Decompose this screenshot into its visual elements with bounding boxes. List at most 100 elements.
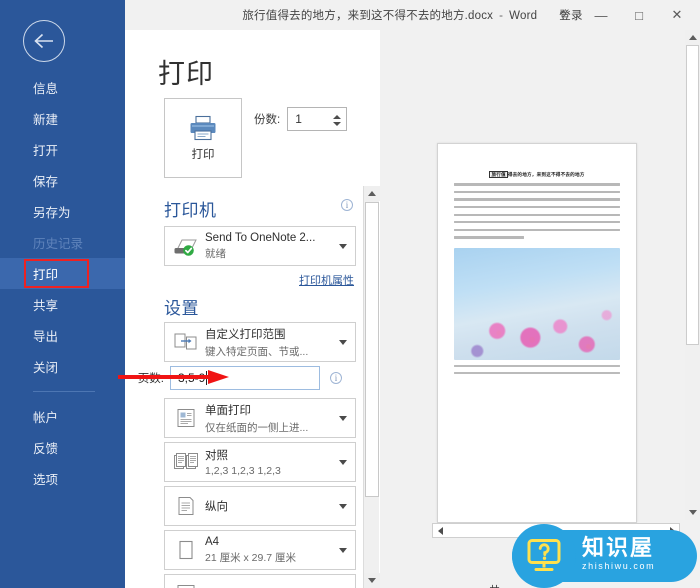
maximize-button[interactable]: □ (620, 0, 658, 30)
print-range-text: 自定义打印范围 键入特定页面、节或... (203, 326, 335, 359)
duplex-select[interactable]: 单面打印 仅在纸面的一侧上进... (164, 398, 356, 438)
printer-name: Send To OneNote 2... (205, 231, 316, 244)
document-heading-rest: 得去的地方，来到这不得不去的地方 (507, 172, 585, 177)
scroll-down-icon[interactable] (364, 573, 380, 588)
portrait-icon (169, 495, 203, 517)
paper-size-subtitle: 21 厘米 x 29.7 厘米 (205, 551, 297, 564)
collate-select[interactable]: 对照 1,2,3 1,2,3 1,2,3 (164, 442, 356, 482)
printer-info-icon[interactable]: i (341, 199, 353, 211)
app-name: Word (509, 10, 538, 22)
document-text-line (454, 205, 620, 209)
copies-label: 份数: (254, 114, 281, 126)
collate-title: 对照 (205, 450, 228, 462)
sidebar-item-share[interactable]: 共享 (0, 289, 125, 320)
print-settings-column: 打印 份数: 1 打印机 i Send To OneNote 2... 就绪 打… (138, 98, 358, 588)
settings-scrollbar[interactable] (363, 186, 380, 588)
sidebar-item-history: 历史记录 (0, 227, 125, 258)
text-cursor (206, 371, 208, 385)
print-preview-pane: 旅行值得去的地方，来到这不得不去的地方 1 共 2 页 (380, 30, 700, 588)
document-caption-line (454, 371, 620, 374)
document-text-line (454, 183, 620, 186)
sidebar-item-label: 信息 (33, 82, 59, 96)
watermark-text: 知识屋 zhishiwu.com (582, 537, 655, 571)
chevron-down-icon[interactable] (335, 339, 351, 345)
sidebar-item-label: 另存为 (33, 206, 71, 220)
printer-icon (190, 115, 216, 140)
preview-scroll-up-icon[interactable] (685, 30, 700, 45)
sidebar-item-label: 保存 (33, 175, 59, 189)
sidebar-item-options[interactable]: 选项 (0, 463, 125, 494)
pages-info-icon[interactable]: i (330, 372, 342, 384)
sidebar-item-label: 反馈 (33, 442, 59, 456)
window-title: 旅行值得去的地方，来到这不得不去的地方.docx - Word 登录 (242, 7, 582, 23)
orientation-text: 纵向 (203, 498, 335, 514)
spin-up-icon[interactable] (333, 114, 342, 119)
duplex-title: 单面打印 (205, 404, 251, 417)
sidebar-item-info[interactable]: 信息 (0, 72, 125, 103)
back-arrow-icon[interactable] (23, 20, 65, 62)
printer-select-text: Send To OneNote 2... 就绪 (203, 232, 335, 261)
help-button[interactable]: ? (544, 0, 582, 30)
print-range-select[interactable]: 自定义打印范围 键入特定页面、节或... (164, 322, 356, 362)
pages-row: 页数: 3,5-9 i (126, 366, 358, 390)
preview-scroll-down-icon[interactable] (685, 505, 700, 520)
title-separator: - (499, 10, 504, 22)
sidebar-item-label: 历史记录 (33, 237, 84, 251)
scrollbar-thumb[interactable] (365, 202, 379, 497)
duplex-text: 单面打印 仅在纸面的一侧上进... (203, 402, 335, 435)
pages-input[interactable]: 3,5-9 (170, 366, 320, 390)
sidebar-item-export[interactable]: 导出 (0, 320, 125, 351)
minimize-button[interactable]: — (582, 0, 620, 30)
printer-section-title: 打印机 (164, 201, 217, 220)
sidebar-item-save-as[interactable]: 另存为 (0, 196, 125, 227)
sidebar-menu: 信息 新建 打开 保存 另存为 历史记录 打印 共享 导出 关闭 帐户 反馈 选… (0, 72, 125, 494)
pages-label: 页数: (137, 373, 164, 385)
preview-scrollbar-vertical[interactable] (685, 30, 700, 520)
preview-scrollbar-thumb[interactable] (686, 45, 699, 345)
margins-select[interactable]: 正常边距 (164, 574, 356, 588)
print-button[interactable]: 打印 (164, 98, 242, 178)
sidebar-item-feedback[interactable]: 反馈 (0, 432, 125, 463)
copies-stepper[interactable]: 1 (287, 107, 348, 132)
sidebar-item-account[interactable]: 帐户 (0, 401, 125, 432)
document-text-line (454, 236, 524, 239)
chevron-down-icon[interactable] (335, 459, 351, 465)
document-text-line (454, 190, 620, 194)
question-monitor-icon (512, 524, 576, 588)
printer-properties-link[interactable]: 打印机属性 (299, 272, 354, 288)
sidebar-item-print[interactable]: 打印 (0, 258, 125, 289)
duplex-subtitle: 仅在纸面的一侧上进... (205, 421, 309, 434)
printer-select[interactable]: Send To OneNote 2... 就绪 (164, 226, 356, 266)
sidebar-item-label: 共享 (33, 299, 59, 313)
backstage-sidebar: 信息 新建 打开 保存 另存为 历史记录 打印 共享 导出 关闭 帐户 反馈 选… (0, 0, 125, 588)
print-range-title: 自定义打印范围 (205, 328, 286, 341)
sidebar-item-save[interactable]: 保存 (0, 165, 125, 196)
chevron-down-icon[interactable] (335, 547, 351, 553)
orientation-select[interactable]: 纵向 (164, 486, 356, 526)
pages-input-value: 3,5-9 (178, 371, 206, 385)
chevron-down-icon[interactable] (335, 415, 351, 421)
chevron-down-icon[interactable] (335, 503, 351, 509)
word-print-backstage: 旅行值得去的地方，来到这不得不去的地方.docx - Word 登录 ? — □ ✕ … (0, 0, 700, 588)
chevron-down-icon[interactable] (335, 243, 351, 249)
document-name: 旅行值得去的地方，来到这不得不去的地方.docx (242, 10, 494, 22)
sidebar-item-close[interactable]: 关闭 (0, 351, 125, 382)
title-bar: 旅行值得去的地方，来到这不得不去的地方.docx - Word 登录 ? — □ ✕ (125, 0, 700, 30)
sidebar-item-open[interactable]: 打开 (0, 134, 125, 165)
paper-size-select[interactable]: A4 21 厘米 x 29.7 厘米 (164, 530, 356, 570)
document-text-line (454, 221, 620, 224)
spin-down-icon[interactable] (333, 121, 342, 126)
copies-value: 1 (295, 112, 302, 126)
scroll-up-icon[interactable] (364, 186, 380, 201)
document-heading: 旅行值 得去的地方，来到这不得不去的地方 (454, 171, 620, 178)
sidebar-item-new[interactable]: 新建 (0, 103, 125, 134)
sidebar-item-label: 关闭 (33, 361, 59, 375)
window-controls: ? — □ ✕ (544, 0, 696, 30)
scroll-left-icon[interactable] (433, 524, 447, 537)
document-text-line (454, 228, 620, 232)
document-page-preview: 旅行值 得去的地方，来到这不得不去的地方 (437, 143, 637, 523)
collate-subtitle: 1,2,3 1,2,3 1,2,3 (205, 465, 281, 477)
watermark-url: zhishiwu.com (582, 561, 656, 571)
copies-spin-buttons[interactable] (331, 108, 343, 132)
close-button[interactable]: ✕ (658, 0, 696, 30)
